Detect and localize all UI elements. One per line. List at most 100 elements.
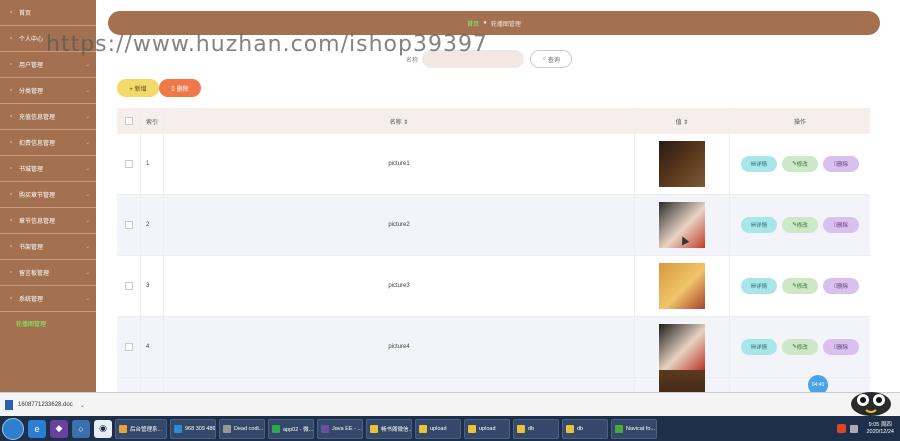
row-name: picture1 (164, 134, 635, 194)
row-name: picture2 (164, 195, 635, 255)
sidebar-item[interactable]: ▫ 购买章节管理 ⌄ (0, 182, 96, 208)
table-row: 2 picture2 ▤ 详情 ✎ 修改 ▯ 删除 (117, 195, 870, 256)
taskbar-item[interactable]: Java EE - ... (317, 418, 363, 439)
carousel-thumbnail[interactable] (659, 263, 705, 309)
taskbar-item[interactable]: Navicat fo... (611, 418, 657, 439)
taskbar-item[interactable]: 后台管理系... (115, 418, 167, 439)
edit-button[interactable]: ✎ 修改 (782, 278, 818, 294)
delete-button[interactable]: ▯ 删除 (823, 278, 859, 294)
sidebar-item[interactable]: ▫ 扣费信息管理 ⌄ (0, 130, 96, 156)
taskbar-item-label: upload (479, 425, 496, 432)
carousel-thumbnail[interactable] (659, 370, 705, 392)
taskbar-item-label: db (528, 425, 535, 432)
taskbar-items: 后台管理系... 968 309 486 Dead codi... app02 - 微… (112, 418, 657, 439)
header-ops: 操作 (793, 119, 806, 126)
sidebar-item[interactable]: ▫ 系统管理 ⌄ (0, 286, 96, 312)
search-input[interactable] (422, 50, 525, 68)
chevron-down-icon: ⌄ (84, 88, 90, 94)
row-checkbox[interactable] (117, 317, 141, 377)
taskbar-item[interactable]: upload (415, 418, 461, 439)
chrome-icon[interactable]: ◉ (94, 419, 112, 438)
trash-icon: ▯ (171, 85, 175, 92)
row-image-cell (635, 195, 730, 255)
delete-button[interactable]: ▯ 删除 (823, 156, 859, 172)
start-button[interactable] (2, 417, 24, 440)
app-icon[interactable]: ◆ (50, 419, 68, 438)
row-checkbox[interactable] (117, 256, 141, 316)
row-ops: ▤ 详情 ✎ 修改 ▯ 删除 (730, 195, 870, 255)
home-icon: ▫ (9, 9, 13, 16)
delete-label: 删除 (837, 162, 849, 168)
sidebar-item[interactable]: ▫ 充值信息管理 ⌄ (0, 104, 96, 130)
delete-button[interactable]: ▯ 删除 (823, 217, 859, 233)
taskbar-item[interactable]: 畅书阁微信... (366, 418, 412, 439)
edit-button[interactable]: ✎ 修改 (782, 339, 818, 355)
sidebar-item[interactable]: ▫ 用户管理 ⌄ (0, 52, 96, 78)
header-name[interactable]: 名称 ⇕ (164, 108, 635, 134)
header-value[interactable]: 值 ⇕ (635, 108, 730, 134)
search-label: 名称 (406, 57, 419, 64)
search-app-icon[interactable]: ○ (72, 419, 90, 438)
taskbar-item[interactable]: 968 309 486 (170, 418, 216, 439)
sidebar-item-label: 首页 (19, 11, 32, 17)
sidebar-item[interactable]: ▫ 留言板管理 ⌄ (0, 260, 96, 286)
batch-delete-button[interactable]: ▯ 删除 (159, 79, 201, 97)
sidebar-item-label: 个人中心 (19, 37, 44, 43)
sidebar-item[interactable]: ▫ 书城管理 ⌄ (0, 156, 96, 182)
cart-icon: ▫ (9, 191, 13, 198)
detail-button[interactable]: ▤ 详情 (741, 339, 777, 355)
edit-label: 修改 (796, 162, 808, 168)
breadcrumb-home[interactable]: 首页 (467, 19, 479, 28)
settings-icon: ▫ (9, 295, 13, 302)
sidebar-item-label: 分类管理 (19, 89, 44, 95)
ie-icon[interactable]: e (28, 419, 46, 438)
detail-label: 详情 (756, 162, 768, 168)
row-ops: ▤ 详情 ✎ 修改 ▯ 删除 (730, 317, 870, 377)
table-row: 1 picture1 ▤ 详情 ✎ 修改 ▯ 删除 (117, 134, 870, 195)
breadcrumb-current: 轮播图管理 (490, 21, 521, 28)
sidebar-item[interactable]: ▫ 分类管理 ⌄ (0, 78, 96, 104)
row-index: 2 (141, 195, 164, 255)
row-checkbox[interactable] (117, 195, 141, 255)
tray-app-icon[interactable] (837, 424, 847, 433)
row-image-cell (635, 317, 730, 377)
chapter-icon: ▫ (9, 217, 13, 224)
clock[interactable]: 9:05 周四 2020/12/24 (866, 422, 894, 436)
carousel-thumbnail[interactable] (659, 324, 705, 370)
sidebar-subitem-carousel[interactable]: 轮播图管理 (0, 312, 96, 334)
download-item[interactable]: 1608771233628.doc ⌄ (5, 400, 85, 410)
detail-button[interactable]: ▤ 详情 (741, 217, 777, 233)
select-all-checkbox[interactable] (117, 108, 141, 134)
sidebar-item[interactable]: ▫ 首页 (0, 0, 96, 26)
add-button[interactable]: + 新增 (117, 79, 159, 97)
sidebar-item[interactable]: ▫ 书架管理 ⌄ (0, 234, 96, 260)
row-checkbox[interactable] (117, 134, 141, 194)
carousel-thumbnail[interactable] (659, 141, 705, 187)
detail-button[interactable]: ▤ 详情 (741, 156, 777, 172)
search-button-label: 查询 (547, 57, 560, 64)
chevron-down-icon[interactable]: ⌄ (80, 402, 85, 409)
taskbar-item[interactable]: upload (464, 418, 510, 439)
breadcrumb-separator: ● (483, 20, 487, 26)
sidebar-item[interactable]: ▫ 个人中心 ⌄ (0, 26, 96, 52)
taskbar-item-label: Navicat fo... (626, 425, 656, 432)
row-image-cell (635, 134, 730, 194)
chevron-down-icon: ⌄ (84, 296, 90, 302)
table-row: 4 picture4 ▤ 详情 ✎ 修改 ▯ 删除 (117, 317, 870, 378)
row-name: picture3 (164, 256, 635, 316)
sidebar-item[interactable]: ▫ 章节信息管理 ⌄ (0, 208, 96, 234)
taskbar-item[interactable]: db (562, 418, 608, 439)
taskbar-item[interactable]: app02 - 微... (268, 418, 314, 439)
row-index: 3 (141, 256, 164, 316)
delete-button[interactable]: ▯ 删除 (823, 339, 859, 355)
edit-button[interactable]: ✎ 修改 (782, 156, 818, 172)
download-bar: 1608771233628.doc ⌄ (0, 392, 900, 417)
row-index: 1 (141, 134, 164, 194)
search-button[interactable]: ○ 查询 (530, 50, 573, 68)
detail-button[interactable]: ▤ 详情 (741, 278, 777, 294)
taskbar-item[interactable]: Dead codi... (219, 418, 265, 439)
row-ops: ▤ 详情 ✎ 修改 ▯ 删除 (730, 134, 870, 194)
edit-button[interactable]: ✎ 修改 (782, 217, 818, 233)
volume-icon[interactable] (850, 424, 859, 433)
taskbar-item[interactable]: db (513, 418, 559, 439)
